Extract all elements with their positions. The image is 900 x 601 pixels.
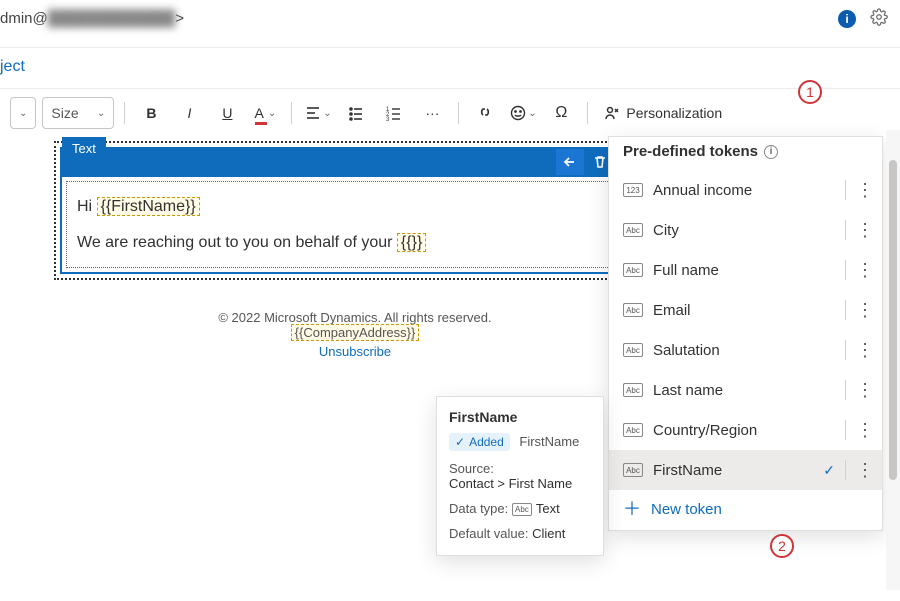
token-more-icon[interactable]: ⋮ [856,221,874,239]
editor-line-1[interactable]: Hi {{FirstName}} [77,194,603,220]
new-token-button[interactable]: ＋ New token [609,490,882,524]
token-row-email[interactable]: Abc Email ⋮ [609,290,882,330]
token-more-icon[interactable]: ⋮ [856,461,874,479]
token-row-country-region[interactable]: Abc Country/Region ⋮ [609,410,882,450]
text-type-icon: Abc [623,343,643,357]
token-company-address[interactable]: {{CompanyAddress}} [291,324,420,341]
bold-button[interactable]: B [135,97,167,129]
editor-selection-frame: Hi {{FirstName}} We are reaching out to … [54,141,626,280]
detail-default: Default value: Client [449,526,591,541]
align-button[interactable]: ⌄ [302,97,334,129]
text-type-icon: Abc [623,383,643,397]
token-detail-popover: FirstName ✓ Added FirstName Source: Cont… [436,396,604,556]
scrollbar-thumb[interactable] [889,160,897,480]
underline-button[interactable]: U [211,97,243,129]
token-more-icon[interactable]: ⋮ [856,381,874,399]
number-type-icon: 123 [623,183,643,197]
annotation-2: 2 [770,534,794,558]
token-empty[interactable]: {{}} [397,233,426,252]
footer-copyright: © 2022 Microsoft Dynamics. All rights re… [40,310,670,325]
symbol-button[interactable]: Ω [545,97,577,129]
text-type-icon: Abc [623,463,643,477]
token-row-firstname[interactable]: Abc FirstName ✓ ⋮ [609,450,882,490]
info-hint-icon[interactable]: i [764,145,778,159]
text-type-icon: Abc [623,223,643,237]
detail-title: FirstName [449,409,591,425]
token-row-city[interactable]: Abc City ⋮ [609,210,882,250]
plus-icon: ＋ [623,500,641,518]
numbered-list-button[interactable]: 123 [378,97,410,129]
block-move-button[interactable] [556,149,584,175]
font-color-button[interactable]: A⌄ [249,97,281,129]
text-type-icon: Abc [623,303,643,317]
format-toolbar: ⌄ Size⌄ B I U A⌄ ⌄ 123 ··· ⌄ Ω Personali… [0,89,900,137]
email-footer: © 2022 Microsoft Dynamics. All rights re… [40,310,670,359]
added-badge: ✓ Added [449,433,510,451]
annotation-1: 1 [798,80,822,104]
unsubscribe-link[interactable]: Unsubscribe [40,344,670,359]
subject-field[interactable]: ject [0,48,900,89]
token-row-salutation[interactable]: Abc Salutation ⋮ [609,330,882,370]
vertical-scrollbar[interactable] [886,130,900,590]
token-firstname[interactable]: {{FirstName}} [97,197,200,216]
svg-text:3: 3 [386,117,390,121]
more-formatting-button[interactable]: ··· [416,97,448,129]
check-icon: ✓ [823,462,835,479]
predefined-tokens-panel: Pre-defined tokens i 123 Annual income ⋮… [608,136,883,531]
font-size-dropdown[interactable]: Size⌄ [42,97,114,129]
token-more-icon[interactable]: ⋮ [856,261,874,279]
from-address: dmin@████████████> [0,10,184,27]
token-more-icon[interactable]: ⋮ [856,181,874,199]
token-row-full-name[interactable]: Abc Full name ⋮ [609,250,882,290]
detail-datatype: Data type: AbcText [449,501,591,516]
token-row-last-name[interactable]: Abc Last name ⋮ [609,370,882,410]
emoji-button[interactable]: ⌄ [507,97,539,129]
tokens-panel-title: Pre-defined tokens [623,143,758,160]
personalization-button[interactable]: Personalization [598,97,728,129]
token-row-annual-income[interactable]: 123 Annual income ⋮ [609,170,882,210]
token-more-icon[interactable]: ⋮ [856,301,874,319]
token-more-icon[interactable]: ⋮ [856,421,874,439]
bullet-list-button[interactable] [340,97,372,129]
link-button[interactable] [469,97,501,129]
info-icon[interactable]: i [838,10,856,28]
detail-source: Source: Contact > First Name [449,461,591,491]
editor-line-2[interactable]: We are reaching out to you on behalf of … [77,230,603,256]
italic-button[interactable]: I [173,97,205,129]
gear-icon[interactable] [870,8,888,29]
block-type-badge: Text [62,137,106,160]
text-type-icon: Abc [623,423,643,437]
text-type-icon: Abc [623,263,643,277]
token-more-icon[interactable]: ⋮ [856,341,874,359]
font-family-dropdown[interactable]: ⌄ [10,97,36,129]
text-editor[interactable]: Hi {{FirstName}} We are reaching out to … [66,181,614,268]
